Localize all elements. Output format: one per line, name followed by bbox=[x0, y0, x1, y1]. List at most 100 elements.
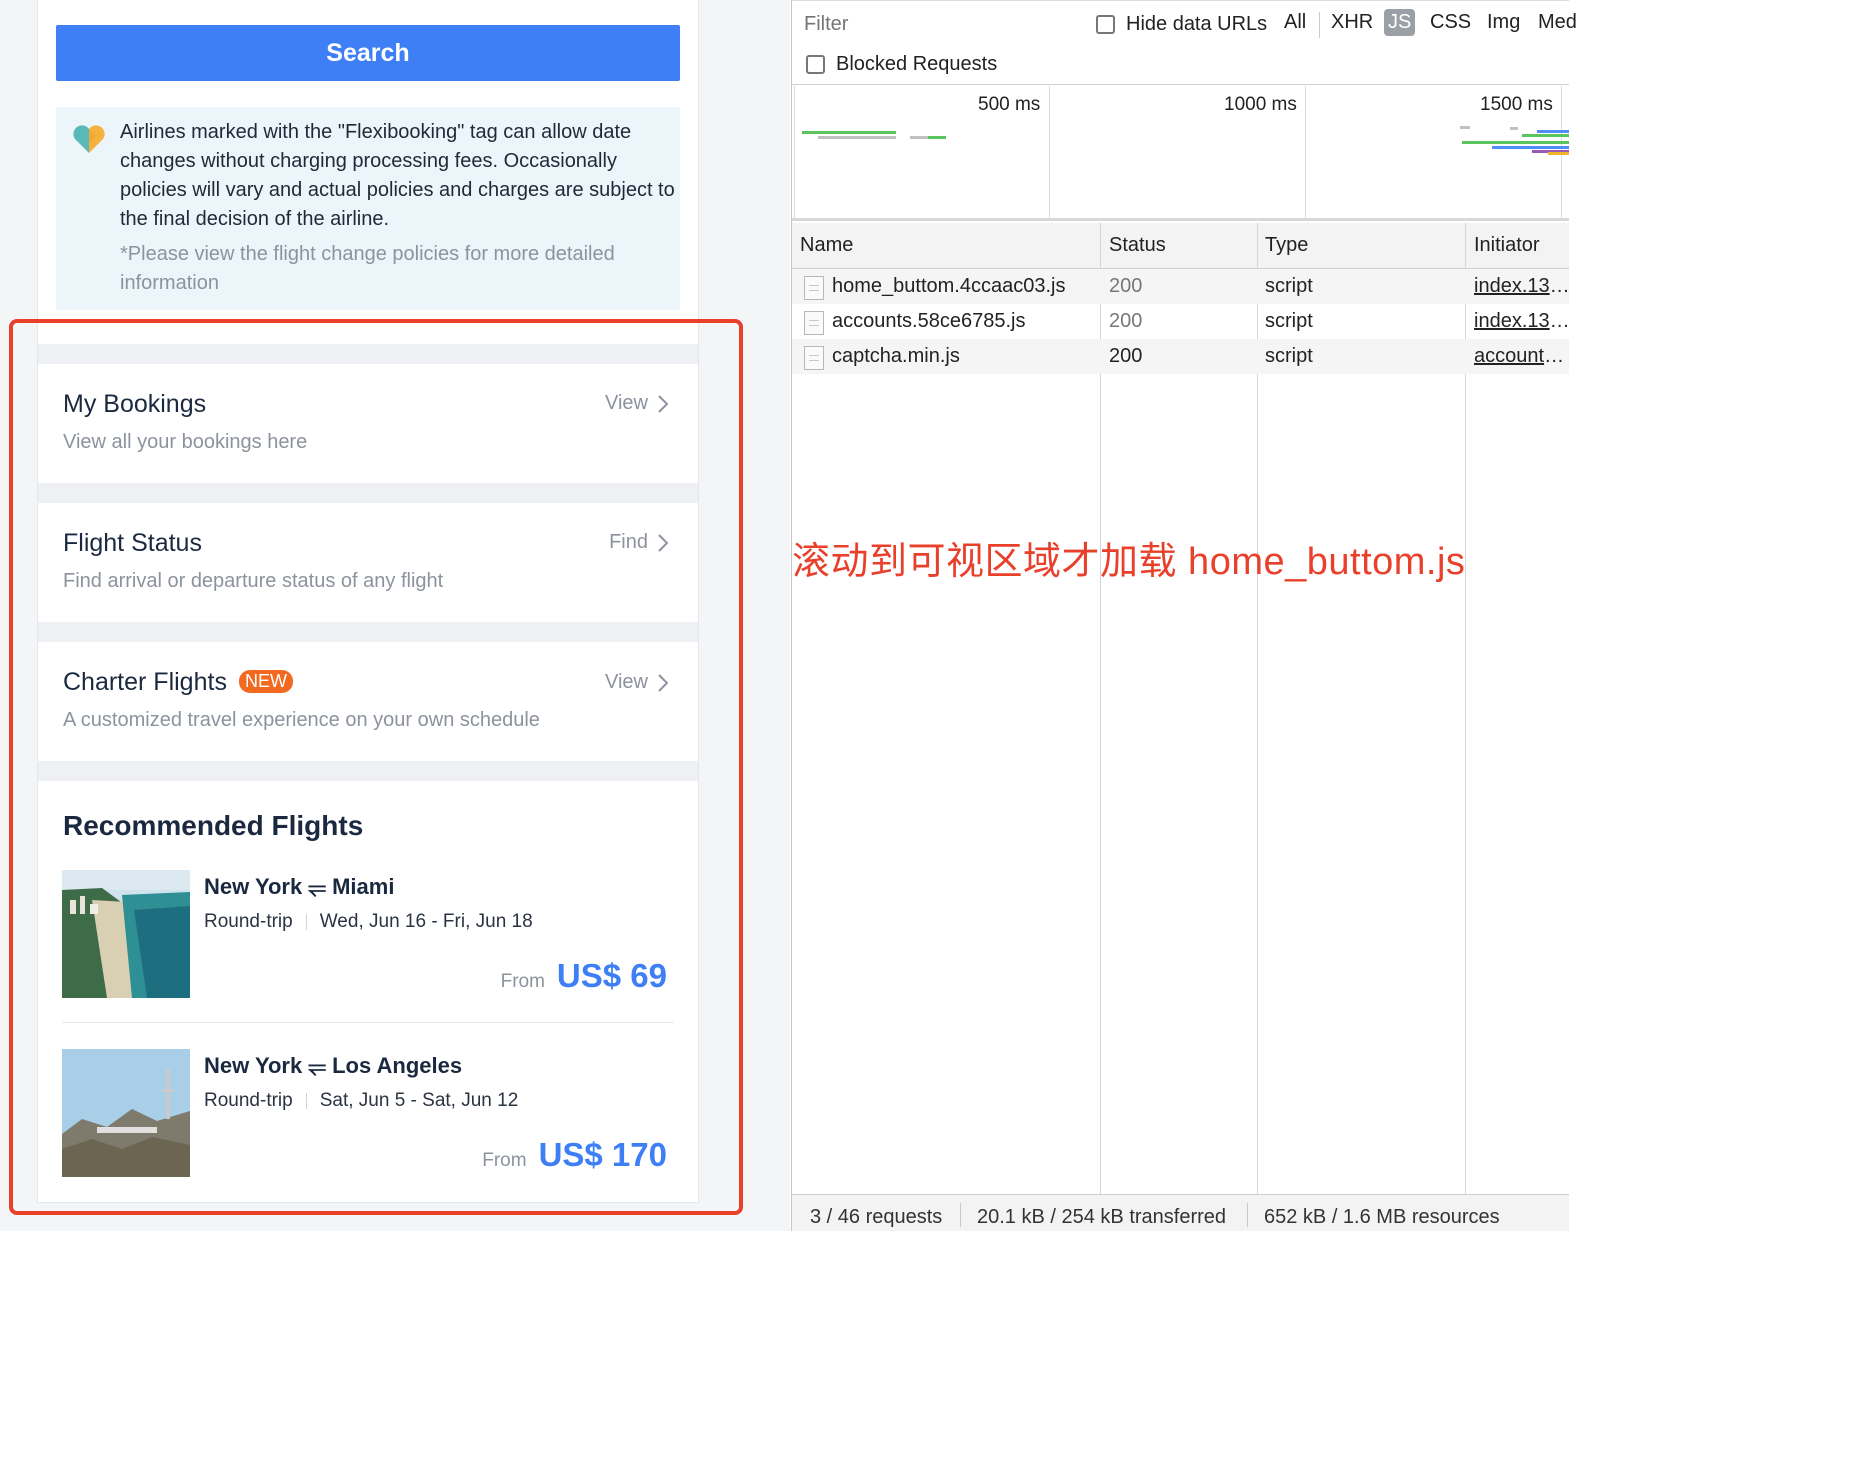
timeline-bar bbox=[818, 136, 896, 139]
route-destination: Miami bbox=[332, 874, 395, 899]
section-gap bbox=[38, 761, 698, 781]
action-label: Find bbox=[609, 531, 648, 553]
timeline-bar bbox=[1462, 141, 1569, 144]
request-type: script bbox=[1265, 345, 1313, 367]
column-header-initiator[interactable]: Initiator bbox=[1474, 234, 1540, 257]
network-timeline[interactable]: 500 ms 1000 ms 1500 ms bbox=[792, 86, 1569, 221]
network-filter-toolbar: Hide data URLs All XHR JS CSS Img Med bbox=[792, 0, 1577, 45]
trip-info: Round-trip Wed, Jun 16 - Fri, Jun 18 bbox=[204, 911, 533, 933]
table-row[interactable]: home_buttom.4ccaac03.js 200 script index… bbox=[792, 269, 1570, 304]
price-from-label: From bbox=[482, 1150, 527, 1171]
new-badge: NEW bbox=[238, 670, 293, 693]
divider bbox=[1319, 12, 1320, 38]
request-initiator-link[interactable]: index.13e... bbox=[1474, 275, 1570, 298]
price-row: From US$ 170 bbox=[482, 1136, 667, 1174]
flight-status-find-link[interactable]: Find bbox=[609, 531, 668, 554]
charter-flights-desc: A customized travel experience on your o… bbox=[63, 709, 540, 731]
table-header: Name Status Type Initiator bbox=[792, 223, 1569, 269]
flight-divider bbox=[62, 1022, 674, 1023]
charter-flights-view-link[interactable]: View bbox=[605, 671, 668, 694]
blocked-requests-label: Blocked Requests bbox=[836, 53, 998, 75]
trip-type: Round-trip bbox=[204, 911, 293, 932]
file-icon bbox=[804, 276, 824, 300]
column-header-type[interactable]: Type bbox=[1265, 234, 1308, 257]
route-destination: Los Angeles bbox=[332, 1053, 463, 1078]
filter-img[interactable]: Img bbox=[1483, 9, 1524, 36]
filter-js[interactable]: JS bbox=[1384, 9, 1416, 36]
trip-dates: Wed, Jun 16 - Fri, Jun 18 bbox=[319, 911, 533, 932]
my-bookings-view-link[interactable]: View bbox=[605, 392, 668, 415]
filter-xhr[interactable]: XHR bbox=[1327, 9, 1377, 36]
flight-route[interactable]: New York ⥫ Miami bbox=[204, 874, 394, 900]
hide-data-urls-checkbox[interactable] bbox=[1096, 15, 1115, 34]
timeline-gridline bbox=[1049, 86, 1050, 221]
request-status: 200 bbox=[1109, 275, 1143, 297]
table-row[interactable]: captcha.min.js 200 script accounts.... bbox=[792, 339, 1570, 374]
chevron-right-icon bbox=[658, 533, 668, 552]
column-divider bbox=[1465, 223, 1466, 269]
timeline-bar bbox=[802, 131, 896, 134]
transferred-size: 20.1 kB / 254 kB transferred bbox=[977, 1206, 1227, 1228]
timeline-bar bbox=[1492, 146, 1569, 149]
timeline-gridline bbox=[794, 86, 795, 221]
chevron-right-icon bbox=[658, 394, 668, 413]
divider bbox=[1247, 1203, 1248, 1227]
route-origin: New York bbox=[204, 1053, 303, 1078]
search-button[interactable]: Search bbox=[56, 25, 680, 81]
column-divider bbox=[1100, 223, 1101, 269]
request-name: home_buttom.4ccaac03.js bbox=[832, 275, 1066, 297]
annotation-text: 滚动到可视区域才加载 home_buttom.js bbox=[792, 541, 1466, 583]
round-trip-arrow-icon: ⥫ bbox=[308, 1053, 326, 1078]
price-value: US$ 170 bbox=[538, 1136, 667, 1173]
filter-media[interactable]: Med bbox=[1534, 9, 1581, 36]
price-from-label: From bbox=[500, 971, 545, 992]
filter-all[interactable]: All bbox=[1280, 9, 1310, 36]
request-type: script bbox=[1265, 310, 1313, 332]
network-request-table: Name Status Type Initiator home_buttom.4… bbox=[792, 223, 1570, 1194]
timeline-bar bbox=[1537, 130, 1569, 133]
route-origin: New York bbox=[204, 874, 303, 899]
flight-status-desc: Find arrival or departure status of any … bbox=[63, 570, 444, 592]
timeline-bar bbox=[1548, 152, 1569, 155]
miami-beach-image[interactable] bbox=[62, 870, 190, 998]
recommended-flights-title: Recommended Flights bbox=[63, 810, 364, 841]
timeline-label: 500 ms bbox=[978, 94, 1041, 115]
hollywood-sign-image[interactable] bbox=[62, 1049, 190, 1177]
section-gap bbox=[38, 483, 698, 503]
divider bbox=[305, 914, 307, 930]
timeline-bar bbox=[1510, 127, 1518, 130]
section-gap bbox=[38, 344, 698, 364]
network-options-toolbar: Blocked Requests bbox=[792, 45, 1569, 85]
request-status: 200 bbox=[1109, 310, 1143, 332]
charter-flights-title: Charter Flights NEW bbox=[63, 668, 293, 697]
action-label: View bbox=[605, 671, 648, 693]
file-icon bbox=[804, 311, 824, 335]
table-row[interactable]: accounts.58ce6785.js 200 script index.13… bbox=[792, 304, 1570, 339]
round-trip-arrow-icon: ⥫ bbox=[308, 874, 326, 899]
resources-size: 652 kB / 1.6 MB resources bbox=[1264, 1206, 1500, 1228]
trip-info: Round-trip Sat, Jun 5 - Sat, Jun 12 bbox=[204, 1090, 518, 1112]
network-status-bar: 3 / 46 requests 20.1 kB / 254 kB transfe… bbox=[792, 1194, 1569, 1231]
column-header-name[interactable]: Name bbox=[800, 234, 853, 257]
divider bbox=[305, 1093, 307, 1109]
trip-type: Round-trip bbox=[204, 1090, 293, 1111]
devtools-network-panel: Hide data URLs All XHR JS CSS Img Med Bl… bbox=[791, 0, 1577, 1231]
blocked-requests-checkbox[interactable] bbox=[806, 55, 825, 74]
request-initiator-link[interactable]: index.13e... bbox=[1474, 310, 1570, 333]
timeline-gridline bbox=[1305, 86, 1306, 221]
column-header-status[interactable]: Status bbox=[1109, 234, 1166, 257]
flight-status-title: Flight Status bbox=[63, 529, 202, 557]
timeline-label: 1000 ms bbox=[1224, 94, 1297, 115]
price-value: US$ 69 bbox=[556, 957, 667, 994]
timeline-bar bbox=[910, 136, 928, 139]
section-gap bbox=[38, 622, 698, 642]
request-initiator-link[interactable]: accounts.... bbox=[1474, 345, 1570, 368]
heart-icon bbox=[73, 125, 105, 153]
my-bookings-desc: View all your bookings here bbox=[63, 431, 308, 453]
charter-flights-label: Charter Flights bbox=[63, 668, 227, 696]
flight-route[interactable]: New York ⥫ Los Angeles bbox=[204, 1053, 462, 1079]
filter-input[interactable] bbox=[797, 8, 1073, 41]
request-count: 3 / 46 requests bbox=[810, 1206, 943, 1228]
filter-css[interactable]: CSS bbox=[1426, 9, 1475, 36]
column-divider bbox=[1257, 223, 1258, 269]
